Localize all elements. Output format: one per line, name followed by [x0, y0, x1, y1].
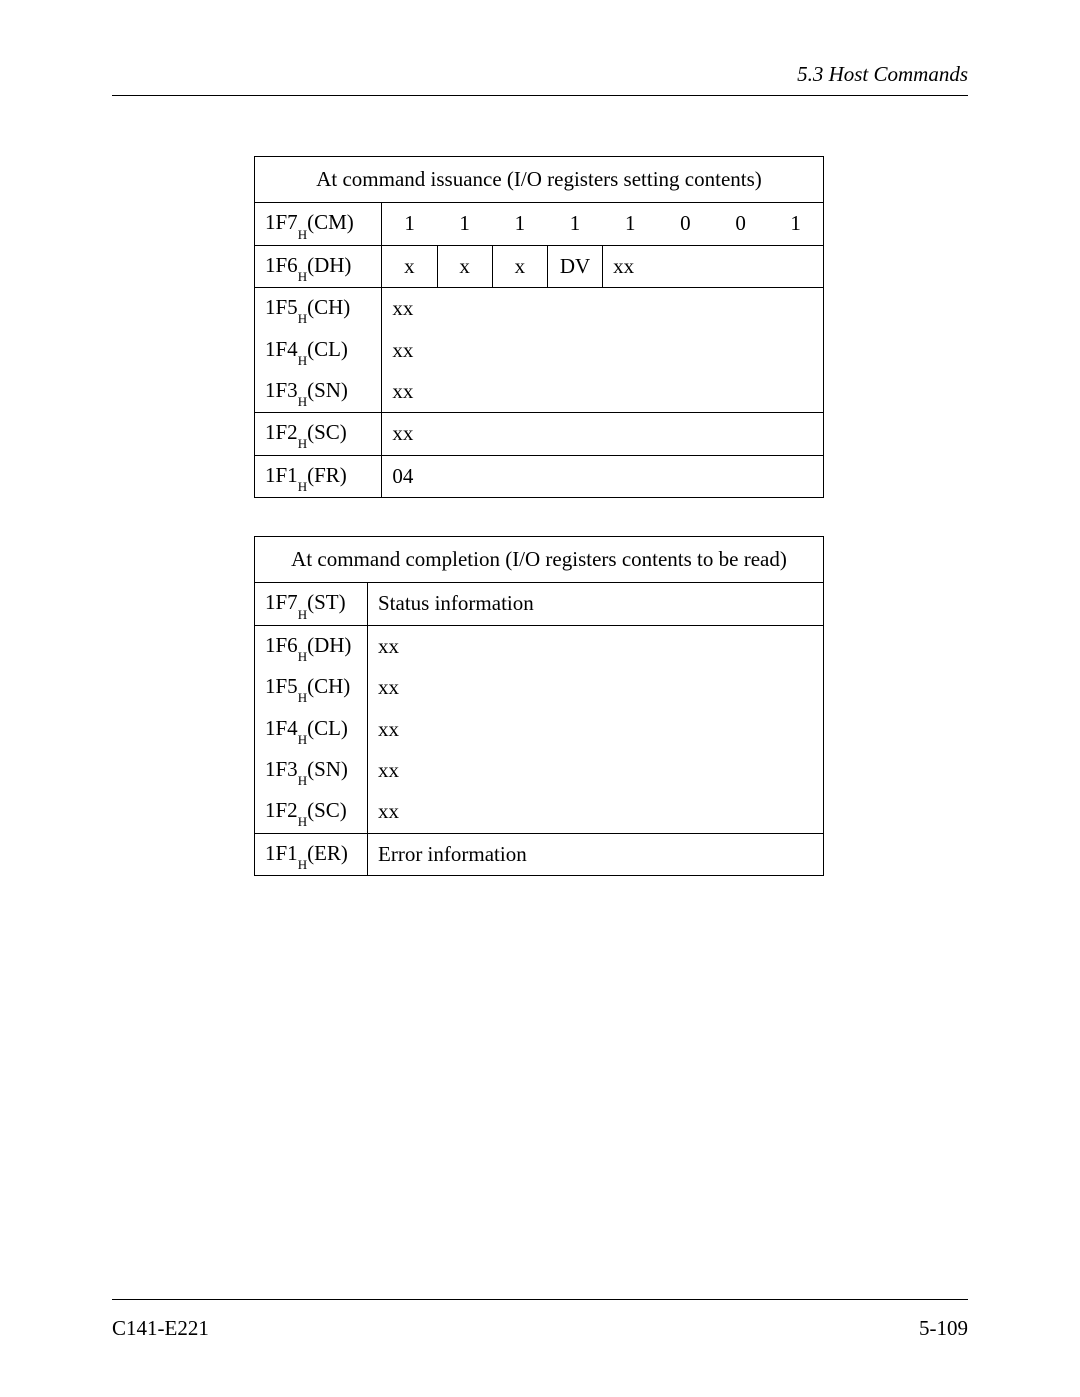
register-label: 1F3H(SN)	[255, 750, 368, 791]
table-title: At command completion (I/O registers con…	[255, 537, 824, 583]
bit-cell: xx	[603, 245, 824, 287]
bit-cell: x	[437, 245, 492, 287]
table-row: 1F5H(CH)xx	[255, 667, 824, 708]
register-label: 1F4H(CL)	[255, 709, 368, 750]
value-cell: xx	[382, 288, 824, 330]
table-row: 1F1H(ER)Error information	[255, 833, 824, 875]
value-cell: xx	[368, 750, 824, 791]
table-row: At command issuance (I/O registers setti…	[255, 157, 824, 203]
table-row: 1F3H(SN)xx	[255, 371, 824, 413]
bit-cell: x	[382, 245, 437, 287]
table-row: 1F1H(FR)04	[255, 455, 824, 497]
bit-cell: 0	[713, 203, 768, 245]
table-row: 1F4H(CL)xx	[255, 330, 824, 371]
bit-cell: x	[492, 245, 547, 287]
register-label: 1F7H(CM)	[255, 203, 382, 245]
page-footer: C141-E221 5-109	[112, 1299, 968, 1341]
bit-cell: 0	[658, 203, 713, 245]
table-row: 1F4H(CL)xx	[255, 709, 824, 750]
table-row: 1F2H(SC)xx	[255, 791, 824, 833]
register-label: 1F3H(SN)	[255, 371, 382, 413]
register-label: 1F6H(DH)	[255, 245, 382, 287]
table-row: 1F7H(CM)11111001	[255, 203, 824, 245]
register-label: 1F5H(CH)	[255, 667, 368, 708]
value-cell: xx	[382, 371, 824, 413]
bit-cell: 1	[768, 203, 823, 245]
register-label: 1F6H(DH)	[255, 625, 368, 667]
bit-cell: DV	[547, 245, 602, 287]
register-label: 1F2H(SC)	[255, 791, 368, 833]
table-row: 1F2H(SC)xx	[255, 413, 824, 455]
bit-cell: 1	[382, 203, 437, 245]
bit-cell: 1	[492, 203, 547, 245]
page-number: 5-109	[919, 1316, 968, 1341]
register-label: 1F2H(SC)	[255, 413, 382, 455]
table-row: 1F3H(SN)xx	[255, 750, 824, 791]
table-row: 1F5H(CH)xx	[255, 288, 824, 330]
value-cell: Status information	[368, 583, 824, 625]
register-label: 1F1H(FR)	[255, 455, 382, 497]
table-row: 1F6H(DH)xxxDVxx	[255, 245, 824, 287]
table-title: At command issuance (I/O registers setti…	[255, 157, 824, 203]
register-label: 1F4H(CL)	[255, 330, 382, 371]
register-label: 1F1H(ER)	[255, 833, 368, 875]
register-label: 1F7H(ST)	[255, 583, 368, 625]
value-cell: xx	[368, 709, 824, 750]
bit-cell: 1	[547, 203, 602, 245]
section-title: 5.3 Host Commands	[797, 62, 968, 86]
value-cell: 04	[382, 455, 824, 497]
table-completion: At command completion (I/O registers con…	[254, 536, 824, 876]
value-cell: xx	[368, 625, 824, 667]
doc-id: C141-E221	[112, 1316, 209, 1341]
table-issuance: At command issuance (I/O registers setti…	[254, 156, 824, 498]
value-cell: xx	[368, 791, 824, 833]
bit-cell: 1	[603, 203, 658, 245]
bit-cell: 1	[437, 203, 492, 245]
value-cell: Error information	[368, 833, 824, 875]
page-header: 5.3 Host Commands	[112, 62, 968, 96]
table-row: 1F7H(ST)Status information	[255, 583, 824, 625]
value-cell: xx	[368, 667, 824, 708]
value-cell: xx	[382, 330, 824, 371]
table-row: 1F6H(DH)xx	[255, 625, 824, 667]
value-cell: xx	[382, 413, 824, 455]
table-row: At command completion (I/O registers con…	[255, 537, 824, 583]
register-label: 1F5H(CH)	[255, 288, 382, 330]
